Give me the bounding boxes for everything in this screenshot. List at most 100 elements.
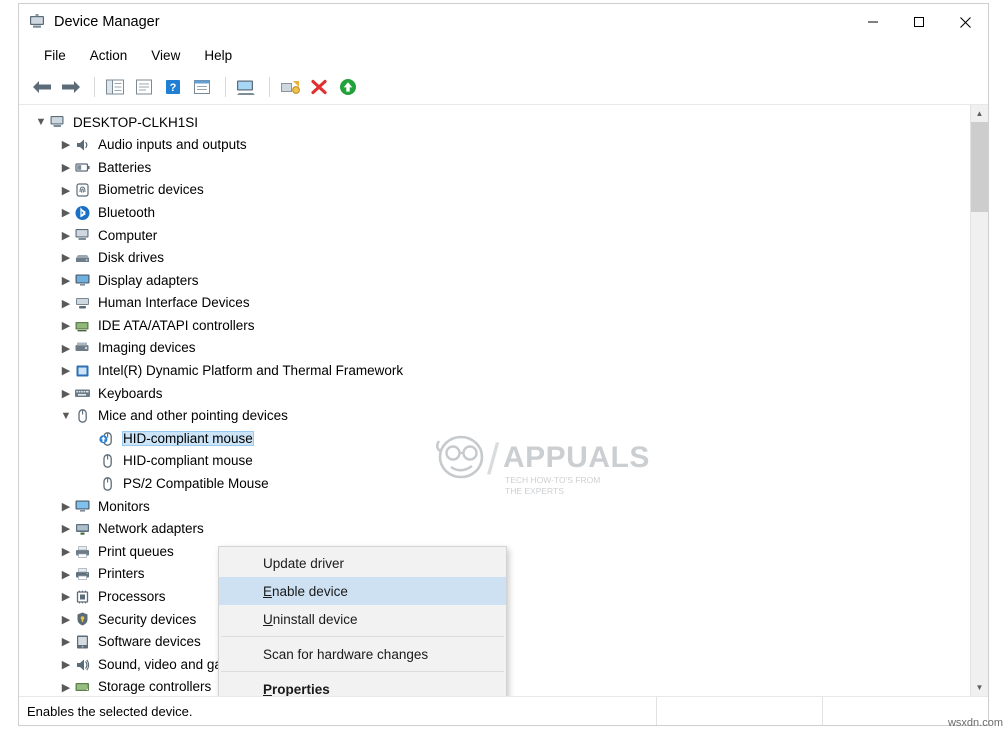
chevron-right-icon[interactable]: ▶	[58, 342, 74, 355]
context-menu-label: Uninstall device	[263, 612, 358, 627]
bluetooth-icon	[74, 205, 91, 221]
display-icon	[74, 272, 91, 288]
driver-details-button[interactable]	[189, 74, 215, 100]
mouse-icon	[99, 453, 116, 469]
device-manager-window: Device Manager File Action View Help	[18, 3, 989, 726]
help-button[interactable]: ?	[160, 74, 186, 100]
tree-node[interactable]: HID-compliant mouse	[19, 427, 970, 450]
chevron-right-icon[interactable]: ▶	[58, 364, 74, 377]
imaging-icon	[74, 340, 91, 356]
scan-hardware-changes-button[interactable]	[233, 74, 259, 100]
chevron-right-icon[interactable]: ▶	[58, 229, 74, 242]
context-menu-label: Properties	[263, 682, 330, 697]
tree-node[interactable]: ▶Disk drives	[19, 247, 970, 270]
printer-icon	[74, 566, 91, 582]
status-cell-1	[656, 697, 822, 725]
tree-node[interactable]: ▶Audio inputs and outputs	[19, 134, 970, 157]
chevron-right-icon[interactable]: ▶	[58, 206, 74, 219]
tree-node-label: HID-compliant mouse	[123, 454, 253, 468]
chevron-right-icon[interactable]: ▶	[58, 251, 74, 264]
chevron-right-icon[interactable]: ▶	[58, 568, 74, 581]
context-menu-item-properties[interactable]: Properties	[219, 675, 506, 696]
chevron-right-icon[interactable]: ▶	[58, 613, 74, 626]
chevron-right-icon[interactable]: ▶	[58, 658, 74, 671]
tree-node[interactable]: ▶Batteries	[19, 156, 970, 179]
tree-node[interactable]: ▶Intel(R) Dynamic Platform and Thermal F…	[19, 360, 970, 383]
update-driver-button[interactable]	[277, 74, 303, 100]
tree-node-label: Bluetooth	[98, 206, 155, 220]
tree-node[interactable]: ▶ Bluetooth	[19, 201, 970, 224]
tree-node-label: Keyboards	[98, 387, 163, 401]
tree-node[interactable]: ▶IDE ATA/ATAPI controllers	[19, 314, 970, 337]
chevron-right-icon[interactable]: ▶	[58, 274, 74, 287]
context-menu-item-scan-hardware-changes[interactable]: Scan for hardware changes	[219, 640, 506, 668]
tree-root-node[interactable]: ▼ DESKTOP-CLKH1SI	[19, 111, 970, 134]
tree-node-label: Biometric devices	[98, 183, 204, 197]
mouse-icon	[74, 408, 91, 424]
context-menu-separator-1	[221, 636, 504, 637]
uninstall-device-button[interactable]	[306, 74, 332, 100]
enable-device-button[interactable]	[335, 74, 361, 100]
chevron-right-icon[interactable]: ▶	[58, 681, 74, 694]
tree-node[interactable]: ▶Human Interface Devices	[19, 292, 970, 315]
tree-node[interactable]: ▶ Computer	[19, 224, 970, 247]
context-menu[interactable]: Update driver Enable device Uninstall de…	[218, 546, 507, 696]
chevron-right-icon[interactable]: ▶	[58, 522, 74, 535]
context-menu-label: Enable device	[263, 584, 348, 599]
security-icon	[74, 611, 91, 627]
context-menu-item-update-driver[interactable]: Update driver	[219, 549, 506, 577]
tree-node-label: Mice and other pointing devices	[98, 409, 288, 423]
tree-vertical-scrollbar[interactable]: ▲ ▼	[970, 105, 988, 696]
tree-node[interactable]: ▶ Biometric devices	[19, 179, 970, 202]
forward-button[interactable]	[58, 74, 84, 100]
context-menu-label: Scan for hardware changes	[263, 647, 428, 662]
chevron-right-icon[interactable]: ▶	[58, 184, 74, 197]
chevron-right-icon[interactable]: ▶	[58, 319, 74, 332]
maximize-button[interactable]	[896, 4, 942, 40]
tree-node[interactable]: PS/2 Compatible Mouse	[19, 473, 970, 496]
tree-node[interactable]: ▶Monitors	[19, 495, 970, 518]
chevron-right-icon[interactable]: ▶	[58, 297, 74, 310]
close-button[interactable]	[942, 4, 988, 40]
menu-help[interactable]: Help	[193, 45, 243, 66]
tree-node[interactable]: ▶Network adapters	[19, 518, 970, 541]
disk-icon	[74, 250, 91, 266]
chevron-right-icon[interactable]: ▶	[58, 500, 74, 513]
minimize-button[interactable]	[850, 4, 896, 40]
battery-icon	[74, 159, 91, 175]
tree-node-label: Computer	[98, 229, 157, 243]
chevron-down-icon[interactable]: ▼	[33, 116, 49, 128]
menu-file[interactable]: File	[33, 45, 77, 66]
scroll-up-arrow[interactable]: ▲	[971, 105, 988, 122]
computer-icon	[49, 114, 66, 130]
computer-icon	[74, 227, 91, 243]
tree-node[interactable]: HID-compliant mouse	[19, 450, 970, 473]
tree-node-label: Imaging devices	[98, 341, 196, 355]
hid-icon	[74, 295, 91, 311]
menu-action[interactable]: Action	[79, 45, 139, 66]
mouse-icon	[99, 476, 116, 492]
speaker-icon	[74, 137, 91, 153]
tree-node-label: PS/2 Compatible Mouse	[123, 477, 269, 491]
chevron-right-icon[interactable]: ▶	[58, 387, 74, 400]
tree-node[interactable]: ▶ Keyboards	[19, 382, 970, 405]
tree-node[interactable]: ▼ Mice and other pointing devices	[19, 405, 970, 428]
show-hide-console-tree-button[interactable]	[102, 74, 128, 100]
context-menu-item-uninstall-device[interactable]: Uninstall device	[219, 605, 506, 633]
tree-node[interactable]: ▶ Imaging devices	[19, 337, 970, 360]
tree-node[interactable]: ▶Display adapters	[19, 269, 970, 292]
scroll-down-arrow[interactable]: ▼	[971, 679, 988, 696]
chevron-right-icon[interactable]: ▶	[58, 161, 74, 174]
chevron-right-icon[interactable]: ▶	[58, 635, 74, 648]
chevron-right-icon[interactable]: ▶	[58, 590, 74, 603]
toolbar-separator-3	[269, 77, 270, 97]
context-menu-item-enable-device[interactable]: Enable device	[219, 577, 506, 605]
toolbar-separator	[94, 77, 95, 97]
chevron-down-icon[interactable]: ▼	[58, 410, 74, 422]
menu-view[interactable]: View	[140, 45, 191, 66]
back-button[interactable]	[29, 74, 55, 100]
scrollbar-thumb[interactable]	[971, 122, 988, 212]
properties-button[interactable]	[131, 74, 157, 100]
chevron-right-icon[interactable]: ▶	[58, 138, 74, 151]
chevron-right-icon[interactable]: ▶	[58, 545, 74, 558]
